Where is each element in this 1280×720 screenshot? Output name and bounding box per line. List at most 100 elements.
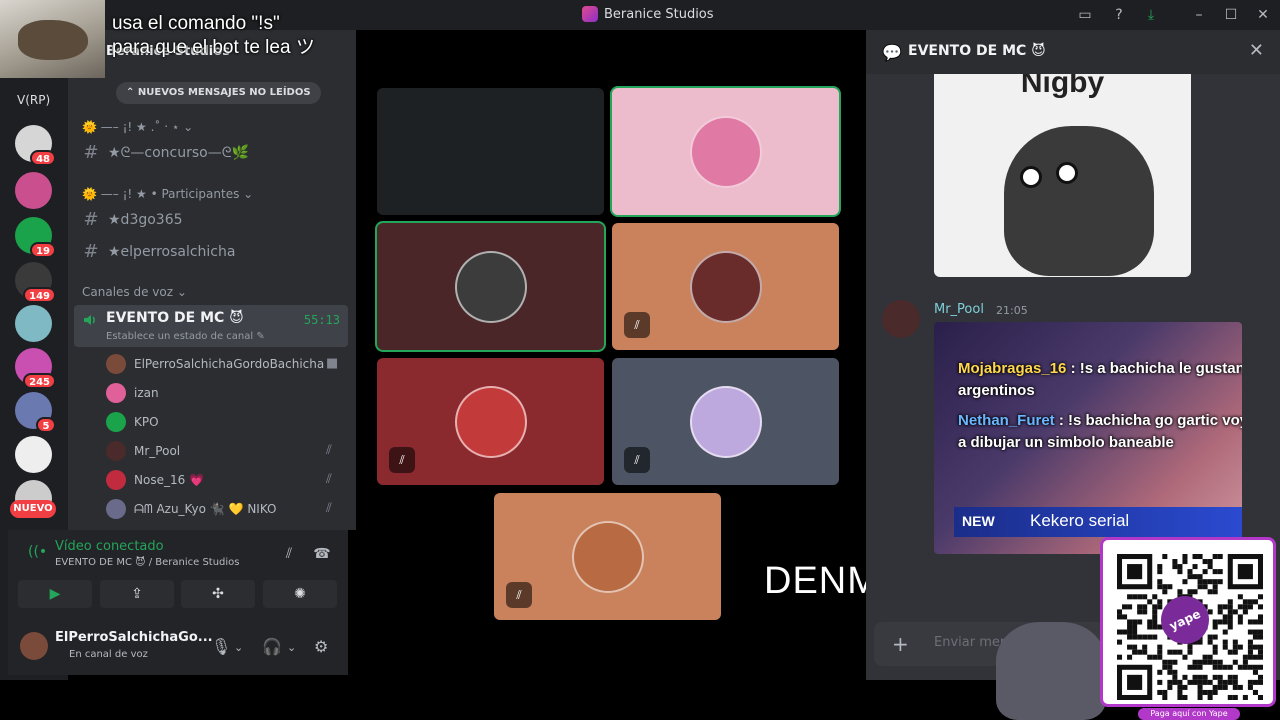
user-avatar[interactable] bbox=[20, 632, 48, 660]
muted-mic-icon: ⫽ bbox=[624, 312, 650, 338]
voice-member[interactable]: ᗩᗰ Azu_Kyo 🐈‍⬛ 💛 NIKO bbox=[106, 499, 277, 519]
server-icon[interactable] bbox=[15, 436, 52, 473]
voice-member[interactable]: Nose_16 💗 bbox=[106, 470, 204, 490]
camera-button[interactable]: ▶ bbox=[18, 580, 92, 608]
meme-image[interactable]: Nigby bbox=[934, 74, 1191, 277]
mention-badge: 19 bbox=[30, 242, 56, 258]
category-header[interactable]: 🌞 —– ¡! ★ .˚ ‧ ⋆ ⌄ bbox=[82, 120, 193, 134]
server-icon[interactable] bbox=[15, 305, 52, 342]
voice-member[interactable]: izan bbox=[106, 383, 159, 403]
headset-icon[interactable]: 🎧 bbox=[262, 637, 282, 656]
message-timestamp: 21:05 bbox=[996, 304, 1028, 317]
disconnect-icon[interactable]: ☎ bbox=[313, 546, 331, 564]
voice-member[interactable]: Mr_Pool bbox=[106, 441, 180, 461]
member-name: KPO bbox=[134, 415, 159, 429]
screen-user: Nethan_Furet bbox=[958, 412, 1055, 429]
voice-timer: 55:13 bbox=[303, 313, 340, 327]
download-icon[interactable]: ⤓ bbox=[1142, 6, 1160, 24]
voice-member[interactable]: KPO bbox=[106, 412, 159, 432]
member-avatar bbox=[106, 383, 126, 403]
video-tile[interactable]: ⫽ bbox=[612, 358, 839, 485]
close-icon[interactable]: ✕ bbox=[1249, 40, 1264, 61]
video-tile[interactable] bbox=[377, 88, 604, 215]
video-tile[interactable]: ⫽ bbox=[612, 223, 839, 350]
noise-suppression-icon[interactable]: ⫽ bbox=[280, 546, 298, 564]
maximize-icon[interactable]: ☐ bbox=[1222, 6, 1240, 24]
user-name[interactable]: ElPerroSalchichaGo... bbox=[55, 630, 213, 645]
add-attachment-icon[interactable]: + bbox=[892, 632, 909, 656]
voice-category[interactable]: Canales de voz ⌄ bbox=[82, 285, 187, 299]
close-window-icon[interactable]: ✕ bbox=[1254, 6, 1272, 24]
soundboard-button[interactable]: ✺ bbox=[263, 580, 337, 608]
channel-elperrosalchicha[interactable]: # ★elperrosalchicha bbox=[82, 241, 235, 262]
microphone-icon[interactable]: 🎙 bbox=[211, 637, 231, 656]
category-participantes[interactable]: 🌞 —– ¡! ★ • Participantes ⌄ bbox=[82, 187, 253, 201]
news-text: Kekero serial bbox=[1030, 511, 1130, 530]
message-author[interactable]: Mr_Pool bbox=[934, 302, 984, 317]
server-icon[interactable]: 5 bbox=[15, 392, 56, 433]
qr-caption: Paga aquí con Yape bbox=[1138, 708, 1240, 720]
message-avatar[interactable] bbox=[882, 300, 920, 338]
voice-status-subtitle[interactable]: EVENTO DE MC 😈 / Beranice Studios bbox=[55, 557, 240, 568]
mention-badge: 5 bbox=[36, 417, 56, 433]
signal-icon[interactable]: ((• bbox=[28, 544, 47, 560]
muted-mic-icon: ⫽ bbox=[624, 447, 650, 473]
muted-mic-icon: ⫽ bbox=[326, 501, 332, 516]
channel-label: ★d3go365 bbox=[108, 211, 183, 228]
participant-avatar bbox=[572, 521, 644, 593]
new-badge[interactable]: NUEVO bbox=[10, 500, 56, 518]
member-name: Nose_16 💗 bbox=[134, 473, 204, 487]
news-banner: NEW Kekero serial bbox=[954, 507, 1242, 537]
server-icon[interactable]: 245 bbox=[15, 348, 56, 389]
help-icon[interactable]: ? bbox=[1110, 6, 1128, 24]
muted-mic-icon: ⫽ bbox=[326, 472, 332, 487]
channel-d3go365[interactable]: # ★d3go365 bbox=[82, 209, 183, 230]
app-logo-icon bbox=[582, 6, 598, 22]
member-name: ᗩᗰ Azu_Kyo 🐈‍⬛ 💛 NIKO bbox=[134, 501, 277, 516]
chevron-down-icon[interactable]: ⌄ bbox=[287, 641, 296, 654]
screen-share-button[interactable]: ⇪ bbox=[100, 580, 174, 608]
video-tile[interactable]: ⫽ bbox=[377, 358, 604, 485]
inbox-icon[interactable]: ▭ bbox=[1076, 6, 1094, 24]
voice-member[interactable]: ElPerroSalchichaGordoBachicha bbox=[106, 354, 324, 374]
video-tile[interactable]: ⫽ bbox=[494, 493, 721, 620]
settings-gear-icon[interactable]: ⚙ bbox=[314, 637, 328, 656]
server-icon[interactable]: 19 bbox=[15, 217, 56, 258]
webcam-overlay bbox=[0, 0, 105, 78]
server-icon[interactable] bbox=[15, 172, 52, 209]
user-panel: ElPerroSalchichaGo... En canal de voz 🎙 … bbox=[8, 620, 348, 675]
screenshot-attachment[interactable]: Mojabragas_16 : !s a bachicha le gustan … bbox=[934, 322, 1242, 554]
category-label: —– ¡! ★ • Participantes bbox=[100, 187, 240, 201]
user-status: En canal de voz bbox=[69, 649, 148, 660]
participant-avatar bbox=[455, 386, 527, 458]
video-tile[interactable] bbox=[612, 88, 839, 215]
stream-command-overlay: usa el comando "!s" para que el bot te l… bbox=[112, 12, 315, 60]
eye bbox=[1056, 162, 1078, 184]
server-icon[interactable]: 48 bbox=[15, 125, 56, 166]
video-tile[interactable] bbox=[377, 223, 604, 350]
chevron-down-icon[interactable]: ⌄ bbox=[234, 641, 243, 654]
eye bbox=[1020, 166, 1042, 188]
voice-channel-evento[interactable]: EVENTO DE MC 😈 55:13 Establece un estado… bbox=[74, 305, 348, 347]
member-avatar bbox=[106, 499, 126, 519]
minimize-icon[interactable]: – bbox=[1190, 6, 1208, 24]
muted-mic-icon: ⫽ bbox=[326, 443, 332, 458]
chat-header: 💬 EVENTO DE MC 😈 ✕ bbox=[866, 30, 1280, 74]
speaker-icon bbox=[84, 315, 95, 325]
voice-connection-panel: ((• Vídeo conectado EVENTO DE MC 😈 / Ber… bbox=[8, 530, 348, 620]
voice-status-placeholder[interactable]: Establece un estado de canal ✎ bbox=[106, 331, 265, 342]
chat-bubble-icon: 💬 bbox=[882, 43, 902, 62]
channel-label: ★ᘓ—concurso—ᘓ🌿 bbox=[108, 144, 250, 161]
activities-button[interactable]: ✣ bbox=[181, 580, 255, 608]
member-name: izan bbox=[134, 386, 159, 400]
chat-title: EVENTO DE MC 😈 bbox=[908, 43, 1046, 59]
channel-concurso[interactable]: # ★ᘓ—concurso—ᘓ🌿 bbox=[82, 142, 249, 163]
screen-line-2: Nethan_Furet : !s bachicha go gartic voy… bbox=[958, 410, 1242, 454]
screen-user: Mojabragas_16 bbox=[958, 360, 1067, 377]
new-unread-messages-button[interactable]: ⌃ NUEVOS MENSAJES NO LEÍDOS bbox=[116, 82, 321, 104]
server-icon[interactable]: 149 bbox=[15, 262, 56, 303]
creature-drawing bbox=[1004, 126, 1154, 276]
voice-category-label: Canales de voz bbox=[82, 285, 174, 299]
sticker-overlay bbox=[996, 622, 1106, 720]
category-label: —– ¡! ★ .˚ ‧ ⋆ bbox=[100, 120, 180, 134]
